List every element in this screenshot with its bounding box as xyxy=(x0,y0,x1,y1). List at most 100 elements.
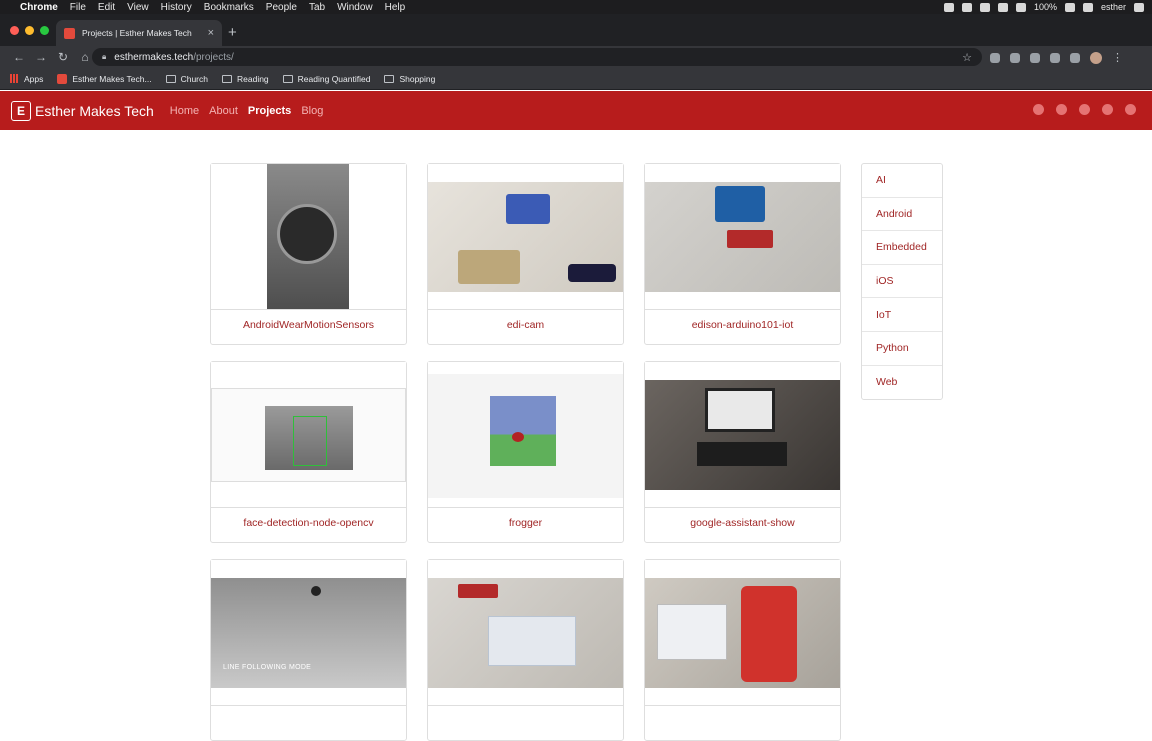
minimize-window-button[interactable] xyxy=(25,26,34,35)
menu-window[interactable]: Window xyxy=(337,2,373,13)
chrome-menu-icon[interactable]: ⋮ xyxy=(1112,51,1123,64)
lock-icon[interactable]: 🔒︎ xyxy=(102,52,106,62)
status-icon[interactable] xyxy=(943,2,954,12)
video-overlay-text: LINE FOLLOWING MODE xyxy=(223,664,312,671)
close-window-button[interactable] xyxy=(10,26,19,35)
bookmark-label: Apps xyxy=(24,73,44,84)
project-thumbnail[interactable] xyxy=(645,164,840,310)
google-plus-icon[interactable] xyxy=(1125,104,1136,115)
battery-icon[interactable] xyxy=(1064,2,1075,12)
tab-projects[interactable]: Projects | Esther Makes Tech × xyxy=(56,20,222,46)
menu-bookmarks[interactable]: Bookmarks xyxy=(204,2,254,13)
project-thumbnail[interactable] xyxy=(211,362,406,508)
folder-icon xyxy=(384,74,395,83)
category-web[interactable]: Web xyxy=(862,366,942,400)
category-ios[interactable]: iOS xyxy=(862,265,942,299)
project-card[interactable]: edison-arduino101-iot xyxy=(644,163,841,345)
user-name[interactable]: esther xyxy=(1101,2,1126,12)
nav-home[interactable]: Home xyxy=(170,105,199,117)
linkedin-icon[interactable] xyxy=(1102,104,1113,115)
url-path: /projects/ xyxy=(193,51,234,63)
zoom-window-button[interactable] xyxy=(40,26,49,35)
menu-history[interactable]: History xyxy=(161,2,192,13)
menu-help[interactable]: Help xyxy=(385,2,406,13)
project-thumbnail[interactable] xyxy=(428,560,623,706)
bookmark-church[interactable]: Church xyxy=(165,73,208,84)
bookmark-shopping[interactable]: Shopping xyxy=(384,74,435,84)
browser-toolbar: ← → ↻ ⌂ 🔒︎ esthermakes.tech /projects/ ☆… xyxy=(0,46,1152,68)
extension-icon[interactable] xyxy=(1030,52,1040,63)
bookmark-star-icon[interactable]: ☆ xyxy=(962,51,972,64)
nav-blog[interactable]: Blog xyxy=(301,105,323,117)
bookmark-esther-makes-tech[interactable]: Esther Makes Tech... xyxy=(57,73,152,84)
menu-file[interactable]: File xyxy=(70,2,86,13)
bookmark-label: Reading Quantified xyxy=(297,73,371,84)
reload-icon[interactable]: ↻ xyxy=(52,50,74,64)
nav-about[interactable]: About xyxy=(209,105,238,117)
category-python[interactable]: Python xyxy=(862,332,942,366)
menu-edit[interactable]: Edit xyxy=(98,2,115,13)
project-title[interactable]: edi-cam xyxy=(428,319,623,331)
category-ai[interactable]: AI xyxy=(862,164,942,198)
project-thumbnail[interactable]: LINE FOLLOWING MODE xyxy=(211,560,406,706)
project-title[interactable]: AndroidWearMotionSensors xyxy=(211,319,406,331)
menu-tab[interactable]: Tab xyxy=(309,2,325,13)
extension-icon[interactable] xyxy=(1070,52,1080,63)
site-navbar: E Esther Makes Tech Home About Projects … xyxy=(0,91,1152,130)
menu-list-icon[interactable] xyxy=(1134,2,1144,12)
project-title[interactable]: edison-arduino101-iot xyxy=(645,319,840,331)
bookmark-reading-quantified[interactable]: Reading Quantified xyxy=(282,73,371,84)
project-card[interactable]: face-detection-node-opencv xyxy=(210,361,407,543)
site-brand[interactable]: Esther Makes Tech xyxy=(35,103,154,119)
dropbox-icon[interactable] xyxy=(961,2,972,12)
address-bar[interactable]: 🔒︎ esthermakes.tech /projects/ ☆ xyxy=(92,48,982,66)
project-title[interactable]: face-detection-node-opencv xyxy=(211,517,406,529)
category-embedded[interactable]: Embedded xyxy=(862,231,942,265)
bookmarks-bar: Apps Esther Makes Tech... Church Reading… xyxy=(0,68,1152,90)
search-icon[interactable] xyxy=(1082,2,1093,12)
extension-icon[interactable] xyxy=(1050,52,1060,63)
project-thumbnail[interactable] xyxy=(211,164,406,310)
menu-view[interactable]: View xyxy=(127,2,149,13)
nav-projects[interactable]: Projects xyxy=(248,105,291,117)
close-tab-icon[interactable]: × xyxy=(208,27,214,39)
forward-icon[interactable]: → xyxy=(30,50,52,64)
project-title[interactable]: google-assistant-show xyxy=(645,517,840,529)
battery-percent[interactable]: 100% xyxy=(1034,2,1057,12)
bookmark-reading[interactable]: Reading xyxy=(222,74,269,84)
project-thumbnail[interactable] xyxy=(428,362,623,508)
new-tab-button[interactable]: + xyxy=(228,24,237,41)
bookmark-apps[interactable]: Apps xyxy=(10,74,43,84)
project-card[interactable]: frogger xyxy=(427,361,624,543)
wifi-icon[interactable] xyxy=(997,2,1008,12)
back-icon[interactable]: ← xyxy=(8,50,30,64)
pocket-icon[interactable] xyxy=(1010,52,1020,63)
social-links xyxy=(1033,104,1136,115)
status-icon[interactable] xyxy=(979,2,990,12)
site-favicon xyxy=(64,27,75,39)
project-title[interactable]: frogger xyxy=(428,517,623,529)
bookmark-label: Church xyxy=(180,73,208,84)
site-logo[interactable]: E xyxy=(11,100,31,121)
project-card[interactable]: LINE FOLLOWING MODE xyxy=(210,559,407,741)
project-card[interactable]: AndroidWearMotionSensors xyxy=(210,163,407,345)
twitter-icon[interactable] xyxy=(1079,104,1090,115)
project-thumbnail[interactable] xyxy=(645,362,840,508)
menu-app-name[interactable]: Chrome xyxy=(20,2,58,13)
project-thumbnail[interactable] xyxy=(428,164,623,310)
project-card[interactable] xyxy=(427,559,624,741)
extension-icon[interactable] xyxy=(990,52,1000,63)
project-card[interactable]: google-assistant-show xyxy=(644,361,841,543)
project-thumbnail[interactable] xyxy=(645,560,840,706)
category-iot[interactable]: IoT xyxy=(862,298,942,332)
category-android[interactable]: Android xyxy=(862,198,942,232)
menu-people[interactable]: People xyxy=(266,2,297,13)
tab-strip: Projects | Esther Makes Tech × + xyxy=(0,14,1152,46)
project-card[interactable] xyxy=(644,559,841,741)
github-icon[interactable] xyxy=(1033,104,1044,115)
volume-icon[interactable] xyxy=(1015,2,1026,12)
window-controls xyxy=(10,26,49,35)
youtube-icon[interactable] xyxy=(1056,104,1067,115)
project-card[interactable]: edi-cam xyxy=(427,163,624,345)
profile-avatar[interactable] xyxy=(1090,51,1102,64)
